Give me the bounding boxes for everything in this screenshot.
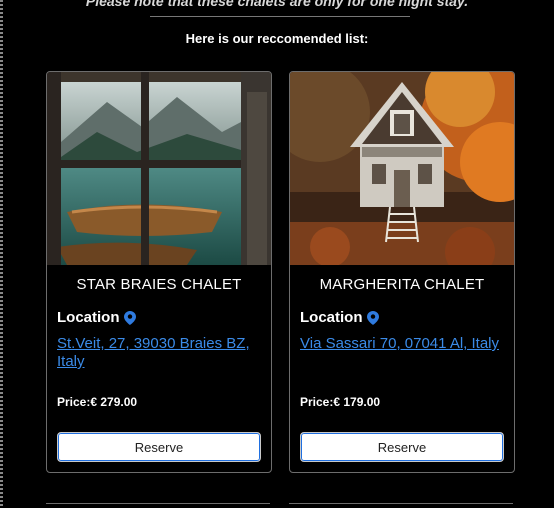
next-card-top-edge xyxy=(46,503,270,508)
chalet-card: STAR BRAIES CHALET Location St.Veit, 27,… xyxy=(46,71,272,473)
stay-note: Please note that these chalets are only … xyxy=(85,0,469,9)
chalet-card: MARGHERITA CHALET Location Via Sassari 7… xyxy=(289,71,515,473)
next-card-top-edge xyxy=(289,503,513,508)
chalet-address-link[interactable]: Via Sassari 70, 07041 Al, Italy xyxy=(300,335,504,375)
header-divider xyxy=(150,16,410,17)
chalet-photo-autumn-house xyxy=(290,72,514,265)
chalet-name: MARGHERITA CHALET xyxy=(319,276,485,293)
location-label: Location xyxy=(300,309,514,326)
chalet-price: Price:€ 179.00 xyxy=(300,395,381,409)
location-label: Location xyxy=(57,309,271,326)
location-label-text: Location xyxy=(57,309,120,326)
chalet-price: Price:€ 279.00 xyxy=(57,395,138,409)
reserve-button[interactable]: Reserve xyxy=(300,432,504,462)
map-pin-icon xyxy=(366,310,379,325)
page-left-border xyxy=(0,0,3,507)
chalet-name: STAR BRAIES CHALET xyxy=(76,276,242,293)
chalet-address-link[interactable]: St.Veit, 27, 39030 Braies BZ, Italy xyxy=(57,335,261,375)
chalet-photo-lake-window xyxy=(47,72,271,265)
recommended-heading: Here is our reccomended list: xyxy=(185,31,369,46)
map-pin-icon xyxy=(123,310,136,325)
reserve-button[interactable]: Reserve xyxy=(57,432,261,462)
location-label-text: Location xyxy=(300,309,363,326)
